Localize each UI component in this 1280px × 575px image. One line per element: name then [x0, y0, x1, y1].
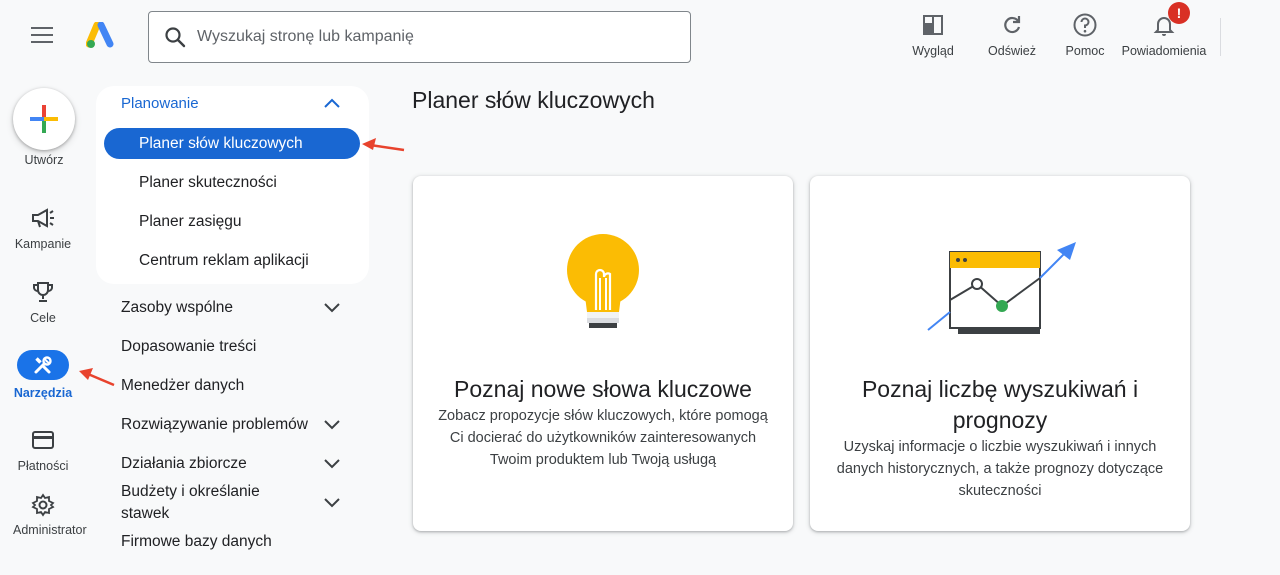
lightbulb-icon [567, 234, 639, 328]
nav-item-data-manager[interactable]: Menedżer danych [121, 375, 351, 397]
nav-item-content-suitability[interactable]: Dopasowanie treści [121, 336, 351, 358]
notifications-button[interactable]: ! Powiadomienia [1120, 2, 1208, 59]
card-title: Poznaj nowe słowa kluczowe [454, 376, 752, 402]
annotation-arrow-icon [79, 368, 115, 387]
search-input[interactable] [197, 28, 690, 46]
main-menu-icon[interactable] [31, 27, 53, 45]
nav-item-business-data[interactable]: Firmowe bazy danych [121, 531, 351, 553]
nav-item-bulk-actions[interactable]: Działania zbiorcze [121, 453, 351, 475]
rail-label-campaigns: Kampanie [14, 237, 72, 251]
chevron-down-icon[interactable] [323, 302, 341, 314]
help-label: Pomoc [1065, 44, 1105, 58]
rail-active-pill [17, 350, 69, 380]
create-label: Utwórz [24, 153, 64, 167]
toolbar-divider [1220, 18, 1221, 56]
trend-chart-icon [927, 242, 1076, 334]
card-description: Zobacz propozycje słów kluczowych, które… [438, 408, 768, 468]
nav-item-app-ads-hub[interactable]: Centrum reklam aplikacji [104, 245, 360, 276]
notifications-label: Powiadomienia [1121, 44, 1207, 58]
create-button[interactable] [13, 88, 75, 150]
appearance-label: Wygląd [912, 44, 954, 58]
nav-item-shared-library[interactable]: Zasoby wspólne [121, 297, 351, 319]
top-bar: Wygląd Odśwież Pomoc ! Pow [0, 0, 1280, 72]
notification-badge: ! [1168, 2, 1190, 24]
trophy-icon [33, 282, 53, 302]
help-icon [1073, 13, 1097, 37]
appearance-button[interactable]: Wygląd [888, 10, 978, 59]
page-title: Planer słów kluczowych [412, 87, 655, 113]
megaphone-icon [32, 208, 54, 228]
nav-item-reach-planner[interactable]: Planer zasięgu [104, 206, 360, 237]
search-icon [165, 27, 186, 48]
search-volume-forecasts-card[interactable]: Poznaj liczbę wyszukiwań i prognozy Uzys… [810, 176, 1190, 531]
rail-label-billing: Płatności [17, 459, 69, 473]
nav-section-planning[interactable]: Planowanie [121, 95, 199, 112]
rail-label-goals: Cele [30, 311, 56, 325]
rail-item-admin[interactable]: Administrator [0, 492, 87, 538]
rail-item-tools[interactable]: Narzędzia [0, 350, 86, 401]
credit-card-icon [32, 431, 54, 449]
card-description: Uzyskaj informacje o liczbie wyszukiwań … [836, 439, 1164, 499]
rail-item-campaigns[interactable]: Kampanie [0, 205, 86, 252]
help-button[interactable]: Pomoc [1040, 10, 1130, 59]
rail-label-admin: Administrator [13, 523, 87, 537]
card-title: Poznaj liczbę wyszukiwań i prognozy [861, 376, 1139, 433]
gear-icon [31, 493, 55, 517]
chevron-down-icon[interactable] [323, 458, 341, 470]
refresh-icon [1004, 16, 1021, 34]
chevron-up-icon[interactable] [323, 96, 341, 110]
nav-item-performance-planner[interactable]: Planer skuteczności [104, 167, 360, 198]
discover-keywords-card[interactable]: Poznaj nowe słowa kluczowe Zobacz propoz… [413, 176, 793, 531]
rail-label-tools: Narzędzia [13, 386, 73, 400]
search-box[interactable] [148, 11, 691, 63]
plus-icon [30, 105, 58, 133]
appearance-icon [923, 15, 943, 35]
rail-item-billing[interactable]: Płatności [0, 427, 86, 474]
nav-item-budgets-bidding[interactable]: Budżety i określanie stawek [121, 481, 291, 525]
nav-item-keyword-planner[interactable]: Planer słów kluczowych [104, 128, 360, 159]
google-ads-logo[interactable] [86, 22, 116, 50]
nav-item-troubleshooting[interactable]: Rozwiązywanie problemów [121, 414, 351, 436]
chevron-down-icon[interactable] [323, 419, 341, 431]
annotation-arrow-icon [362, 138, 405, 152]
chevron-down-icon[interactable] [323, 497, 341, 509]
rail-item-goals[interactable]: Cele [0, 279, 86, 326]
tools-icon [34, 356, 52, 374]
